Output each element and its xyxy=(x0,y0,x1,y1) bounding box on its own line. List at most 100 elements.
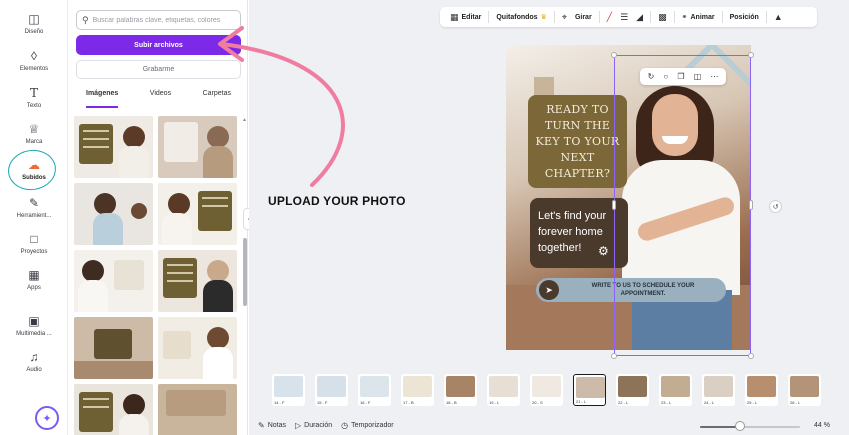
timeline-page-thumbnail[interactable]: 18 - B xyxy=(444,374,477,406)
timeline-page-thumbnail[interactable]: 26 - L xyxy=(788,374,821,406)
more-icon[interactable]: ⋯ xyxy=(710,72,718,81)
timeline-page-thumbnail[interactable]: 19 - L xyxy=(487,374,520,406)
flip-button[interactable]: Girar xyxy=(571,14,596,21)
apps-icon: ▦ xyxy=(28,268,40,282)
rail-item-herramientas[interactable]: ✎ Herramient... xyxy=(0,196,68,230)
image-thumbnail[interactable] xyxy=(74,116,153,178)
notes-icon: ✎ xyxy=(258,421,265,430)
animate-button[interactable]: ⚭ Animar xyxy=(678,13,719,22)
magic-assistant-button[interactable]: ✦ xyxy=(35,406,59,430)
page-label: 15 - F xyxy=(317,400,328,405)
zoom-slider-knob[interactable] xyxy=(734,421,745,431)
page-label: 20 - S xyxy=(532,400,543,405)
resize-handle[interactable] xyxy=(611,52,617,58)
timeline-page-thumbnail[interactable]: 15 - F xyxy=(315,374,348,406)
zoom-level[interactable]: 44 % xyxy=(814,422,830,429)
timeline-page-thumbnail[interactable]: 20 - S xyxy=(530,374,563,406)
transparency-icon[interactable]: ▩ xyxy=(654,12,671,23)
remove-background-button[interactable]: Quitafondos ♛ xyxy=(492,13,551,22)
rail-item-audio[interactable]: ♫ Audio xyxy=(0,350,68,384)
image-thumbnail[interactable] xyxy=(158,250,237,312)
copy-style-icon[interactable]: ▲ xyxy=(770,12,787,22)
lock-icon[interactable]: ○ xyxy=(663,72,668,81)
border-color-icon[interactable]: ╱ xyxy=(603,12,616,23)
image-thumbnail[interactable] xyxy=(74,183,153,245)
page-label: 18 - B xyxy=(446,400,457,405)
notes-button[interactable]: ✎ Notas xyxy=(258,421,286,430)
image-thumbnail[interactable] xyxy=(158,317,237,379)
timeline-page-thumbnail[interactable]: 24 - L xyxy=(702,374,735,406)
page-label: 22 - L xyxy=(618,400,629,405)
timeline-page-thumbnail[interactable]: 16 - F xyxy=(358,374,391,406)
crop-icon[interactable]: ⌖ xyxy=(558,12,571,23)
border-style-icon[interactable]: ☰ xyxy=(616,12,632,23)
tab-images[interactable]: Imágenes xyxy=(86,90,119,108)
tab-videos[interactable]: Videos xyxy=(150,90,171,108)
page-preview xyxy=(576,377,605,398)
rail-item-elementos[interactable]: ◊ Elementos xyxy=(0,49,68,83)
message-line[interactable]: Let's find your xyxy=(538,208,620,224)
layout-icon: ◫ xyxy=(28,12,40,26)
resize-handle[interactable] xyxy=(612,200,616,210)
resize-handle[interactable] xyxy=(749,200,753,210)
page-label: 23 - L xyxy=(661,400,672,405)
image-thumbnail[interactable] xyxy=(74,384,153,435)
headline-text[interactable]: READY TO TURN THE KEY TO YOUR NEXT CHAPT… xyxy=(534,102,621,182)
rail-item-apps[interactable]: ▦ Apps xyxy=(0,268,68,302)
toolbar-divider xyxy=(553,11,555,23)
page-preview xyxy=(403,376,432,397)
rail-label: Proyectos xyxy=(20,249,48,255)
animate-icon: ⚭ xyxy=(681,14,688,21)
image-thumbnail[interactable] xyxy=(158,384,237,435)
headline-card[interactable]: READY TO TURN THE KEY TO YOUR NEXT CHAPT… xyxy=(528,95,627,188)
page-preview xyxy=(317,376,346,397)
position-button[interactable]: Posición xyxy=(726,14,763,21)
timeline-page-thumbnail[interactable]: 17 - B xyxy=(401,374,434,406)
rail-label: Elementos xyxy=(19,66,49,72)
toolbar-divider xyxy=(765,11,767,23)
panel-scrollbar[interactable] xyxy=(243,238,247,306)
rotate-button[interactable]: ↺ xyxy=(769,200,782,213)
edit-image-icon: ▦ xyxy=(450,11,459,22)
page-label: 25 - L xyxy=(747,400,758,405)
resize-handle[interactable] xyxy=(748,353,754,359)
page-preview xyxy=(360,376,389,397)
timeline-page-thumbnail[interactable]: 14 - F xyxy=(272,374,305,406)
page-preview xyxy=(446,376,475,397)
selection-box[interactable] xyxy=(614,55,751,356)
zoom-slider-fill xyxy=(700,426,740,428)
rail-item-diseno[interactable]: ◫ Diseño xyxy=(0,12,68,46)
corner-rounding-icon[interactable]: ◢ xyxy=(632,12,647,23)
toolbar-divider xyxy=(721,11,723,23)
replace-icon[interactable]: ↻ xyxy=(648,72,655,81)
trash-icon[interactable]: ◫ xyxy=(694,72,702,81)
element-quick-actions: ↻ ○ ❐ ◫ ⋯ xyxy=(640,68,726,85)
left-rail: ◫ Diseño ◊ Elementos T Texto ♕ Marca ☁ S… xyxy=(0,0,68,435)
tools-icon: ✎ xyxy=(28,196,40,210)
duration-button[interactable]: ▷ Duración xyxy=(295,421,332,430)
resize-handle[interactable] xyxy=(748,52,754,58)
rail-item-texto[interactable]: T Texto xyxy=(0,86,68,120)
rail-label: Diseño xyxy=(24,29,44,35)
image-thumbnail[interactable] xyxy=(74,250,153,312)
duplicate-icon[interactable]: ❐ xyxy=(677,72,684,81)
rail-item-multimedia[interactable]: ▣ Multimedia ... xyxy=(0,314,68,348)
timeline-page-thumbnail[interactable]: 23 - L xyxy=(659,374,692,406)
page-label: 21 - L xyxy=(576,399,587,404)
remove-bg-label: Quitafondos xyxy=(496,13,538,21)
timer-button[interactable]: ◷ Temporizador xyxy=(341,421,393,430)
annotation-label: UPLOAD YOUR PHOTO xyxy=(268,194,406,208)
timeline-page-thumbnail[interactable]: 25 - L xyxy=(745,374,778,406)
page-label: 16 - F xyxy=(360,400,371,405)
resize-handle[interactable] xyxy=(611,353,617,359)
page-label: 14 - F xyxy=(274,400,285,405)
rail-item-proyectos[interactable]: □ Proyectos xyxy=(0,232,68,266)
annotation-arrow xyxy=(218,26,345,187)
notes-label: Notas xyxy=(267,422,286,429)
page-preview xyxy=(618,376,647,397)
image-thumbnail[interactable] xyxy=(74,317,153,379)
timeline-page-thumbnail[interactable]: 22 - L xyxy=(616,374,649,406)
edit-button[interactable]: ▦ Editar xyxy=(446,12,485,23)
timeline-page-thumbnail[interactable]: 21 - L xyxy=(573,374,606,406)
message-line[interactable]: forever home xyxy=(538,224,620,240)
